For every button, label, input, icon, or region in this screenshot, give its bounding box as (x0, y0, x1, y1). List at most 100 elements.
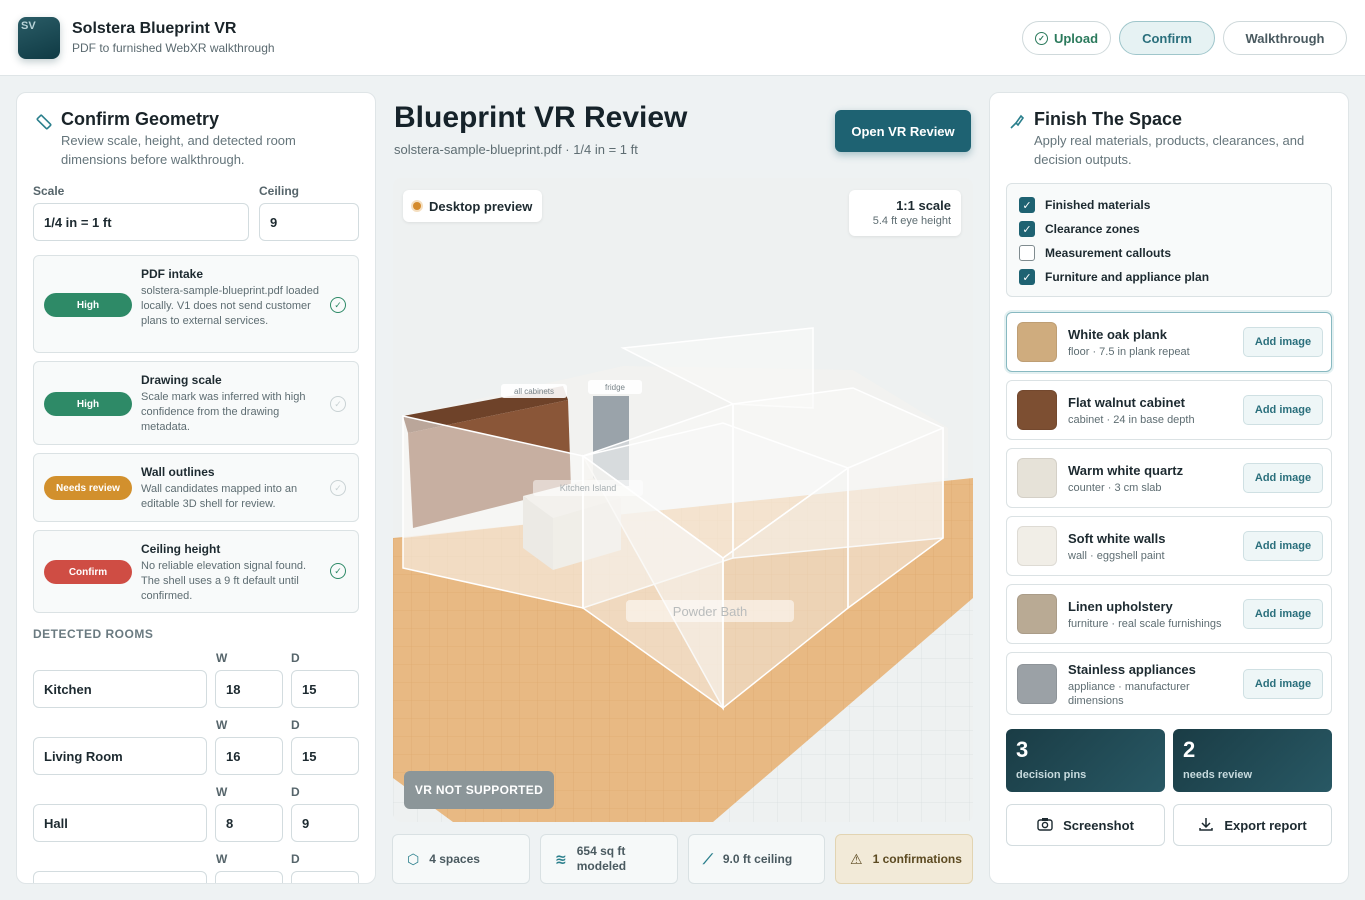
warning-icon: ⚠ (850, 850, 863, 867)
screenshot-button[interactable]: Screenshot (1006, 804, 1165, 846)
decision-pins-label: decision pins (1016, 769, 1087, 781)
toggle-furniture-plan[interactable]: ✓ Furniture and appliance plan (1019, 268, 1209, 286)
room-depth-input[interactable]: 15 (291, 670, 359, 708)
download-icon (1198, 816, 1214, 835)
room-width-input[interactable]: 18 (215, 670, 283, 708)
decision-pins-card[interactable]: 3 decision pins (1006, 729, 1165, 792)
export-label: Export report (1224, 817, 1307, 833)
check-card-pdf-intake: High PDF intake solstera-sample-blueprin… (33, 255, 359, 353)
check-circle-icon[interactable]: ✓ (330, 297, 346, 313)
export-report-button[interactable]: Export report (1173, 804, 1332, 846)
scale-label: Scale (33, 184, 65, 198)
material-swatch (1017, 526, 1057, 566)
checkbox-empty-icon[interactable] (1019, 245, 1035, 261)
material-meta: counter · 3 cm slab (1068, 482, 1162, 494)
3d-scene[interactable]: all cabinets fridge Kitchen Island Powde… (393, 178, 973, 822)
check-card-wall-outlines: Needs review Wall outlines Wall candidat… (33, 453, 359, 522)
check-text: solstera-sample-blueprint.pdf loaded loc… (141, 285, 319, 327)
toggle-measurement-callouts[interactable]: Measurement callouts (1019, 244, 1171, 262)
stat-ceiling: ⟋ 9.0 ft ceiling (688, 834, 825, 884)
toggle-clearance-zones[interactable]: ✓ Clearance zones (1019, 220, 1140, 238)
ceiling-input[interactable]: 9 (259, 203, 359, 241)
material-card-walnut[interactable]: Flat walnut cabinet cabinet · 24 in base… (1006, 380, 1332, 440)
add-image-button[interactable]: Add image (1243, 531, 1323, 561)
material-name: Stainless appliances (1068, 662, 1196, 677)
checkbox-checked-icon[interactable]: ✓ (1019, 269, 1035, 285)
depth-label: D (291, 852, 300, 866)
upload-label: Upload (1053, 30, 1099, 46)
needs-review-card[interactable]: 2 needs review (1173, 729, 1332, 792)
toggle-label: Finished materials (1045, 198, 1151, 212)
room-width-input[interactable]: 16 (215, 737, 283, 775)
vr-not-supported-button[interactable]: VR NOT SUPPORTED (404, 771, 554, 809)
room-depth-input[interactable] (291, 871, 359, 883)
scale-badge: 1:1 scale 5.4 ft eye height (849, 190, 961, 236)
material-card-linen[interactable]: Linen upholstery furniture · real scale … (1006, 584, 1332, 644)
scene-label-island: Kitchen Island (560, 483, 617, 493)
room-name-input[interactable] (33, 871, 207, 883)
layer-toggles: ✓ Finished materials ✓ Clearance zones M… (1006, 183, 1332, 297)
cube-icon: ⬡ (407, 850, 420, 867)
scene-label-fridge: fridge (605, 383, 626, 392)
material-card-walls[interactable]: Soft white walls wall · eggshell paint A… (1006, 516, 1332, 576)
width-label: W (216, 718, 228, 732)
confidence-badge: Needs review (44, 476, 132, 500)
check-circle-icon[interactable]: ✓ (330, 480, 346, 496)
open-vr-review-button[interactable]: Open VR Review (835, 110, 971, 152)
confidence-badge: High (44, 392, 132, 416)
material-swatch (1017, 664, 1057, 704)
check-circle-icon[interactable]: ✓ (330, 396, 346, 412)
material-name: White oak plank (1068, 327, 1167, 342)
material-card-white-oak[interactable]: White oak plank floor · 7.5 in plank rep… (1006, 312, 1332, 372)
room-name-input[interactable]: Living Room (33, 737, 207, 775)
room-name-input[interactable]: Kitchen (33, 670, 207, 708)
ruler-icon: ⟋ (703, 850, 713, 867)
material-card-stainless[interactable]: Stainless appliances appliance · manufac… (1006, 652, 1332, 715)
toggle-label: Measurement callouts (1045, 246, 1172, 260)
add-image-button[interactable]: Add image (1243, 463, 1323, 493)
finish-space-panel: Finish The Space Apply real materials, p… (989, 92, 1349, 884)
app-logo: SV (18, 17, 60, 59)
material-swatch (1017, 390, 1057, 430)
check-circle-icon[interactable]: ✓ (330, 563, 346, 579)
room-width-input[interactable] (215, 871, 283, 883)
add-image-button[interactable]: Add image (1243, 395, 1323, 425)
check-title: PDF intake (141, 267, 204, 281)
page-subtitle: solstera-sample-blueprint.pdf · 1/4 in =… (394, 142, 638, 157)
panel-title: Confirm Geometry (61, 109, 220, 129)
toggle-finished-materials[interactable]: ✓ Finished materials (1019, 196, 1150, 214)
add-image-button[interactable]: Add image (1243, 599, 1323, 629)
check-text: No reliable elevation signal found. The … (141, 560, 307, 602)
check-circle-icon: ✓ (1034, 31, 1048, 45)
3d-viewport[interactable]: all cabinets fridge Kitchen Island Powde… (393, 178, 973, 822)
scene-label-cabinets: all cabinets (514, 387, 554, 396)
page-title: Blueprint VR Review (394, 101, 688, 134)
check-title: Drawing scale (141, 373, 222, 387)
room-depth-input[interactable]: 15 (291, 737, 359, 775)
checkbox-checked-icon[interactable]: ✓ (1019, 221, 1035, 237)
room-name-input[interactable]: Hall (33, 804, 207, 842)
width-label: W (216, 651, 228, 665)
checkbox-checked-icon[interactable]: ✓ (1019, 197, 1035, 213)
material-swatch (1017, 322, 1057, 362)
check-title: Ceiling height (141, 542, 221, 556)
upload-step-button[interactable]: ✓ Upload (1022, 21, 1111, 55)
room-width-input[interactable]: 8 (215, 804, 283, 842)
scale-input[interactable]: 1/4 in = 1 ft (33, 203, 249, 241)
stat-spaces: ⬡ 4 spaces (392, 834, 530, 884)
panel-description: Review scale, height, and detected room … (61, 133, 296, 167)
add-image-button[interactable]: Add image (1243, 327, 1323, 357)
confirm-step-button[interactable]: Confirm (1119, 21, 1215, 55)
top-bar: SV Solstera Blueprint VR PDF to furnishe… (0, 0, 1365, 76)
material-meta: cabinet · 24 in base depth (1068, 414, 1195, 426)
room-depth-input[interactable]: 9 (291, 804, 359, 842)
paintbrush-icon (1008, 113, 1026, 136)
add-image-button[interactable]: Add image (1243, 669, 1323, 699)
screenshot-label: Screenshot (1063, 817, 1134, 833)
decision-pins-count: 3 (1016, 737, 1029, 762)
material-card-quartz[interactable]: Warm white quartz counter · 3 cm slab Ad… (1006, 448, 1332, 508)
walkthrough-step-button[interactable]: Walkthrough (1223, 21, 1347, 55)
needs-review-label: needs review (1183, 769, 1253, 781)
material-name: Linen upholstery (1068, 599, 1173, 614)
confirm-label: Confirm (1142, 30, 1192, 46)
